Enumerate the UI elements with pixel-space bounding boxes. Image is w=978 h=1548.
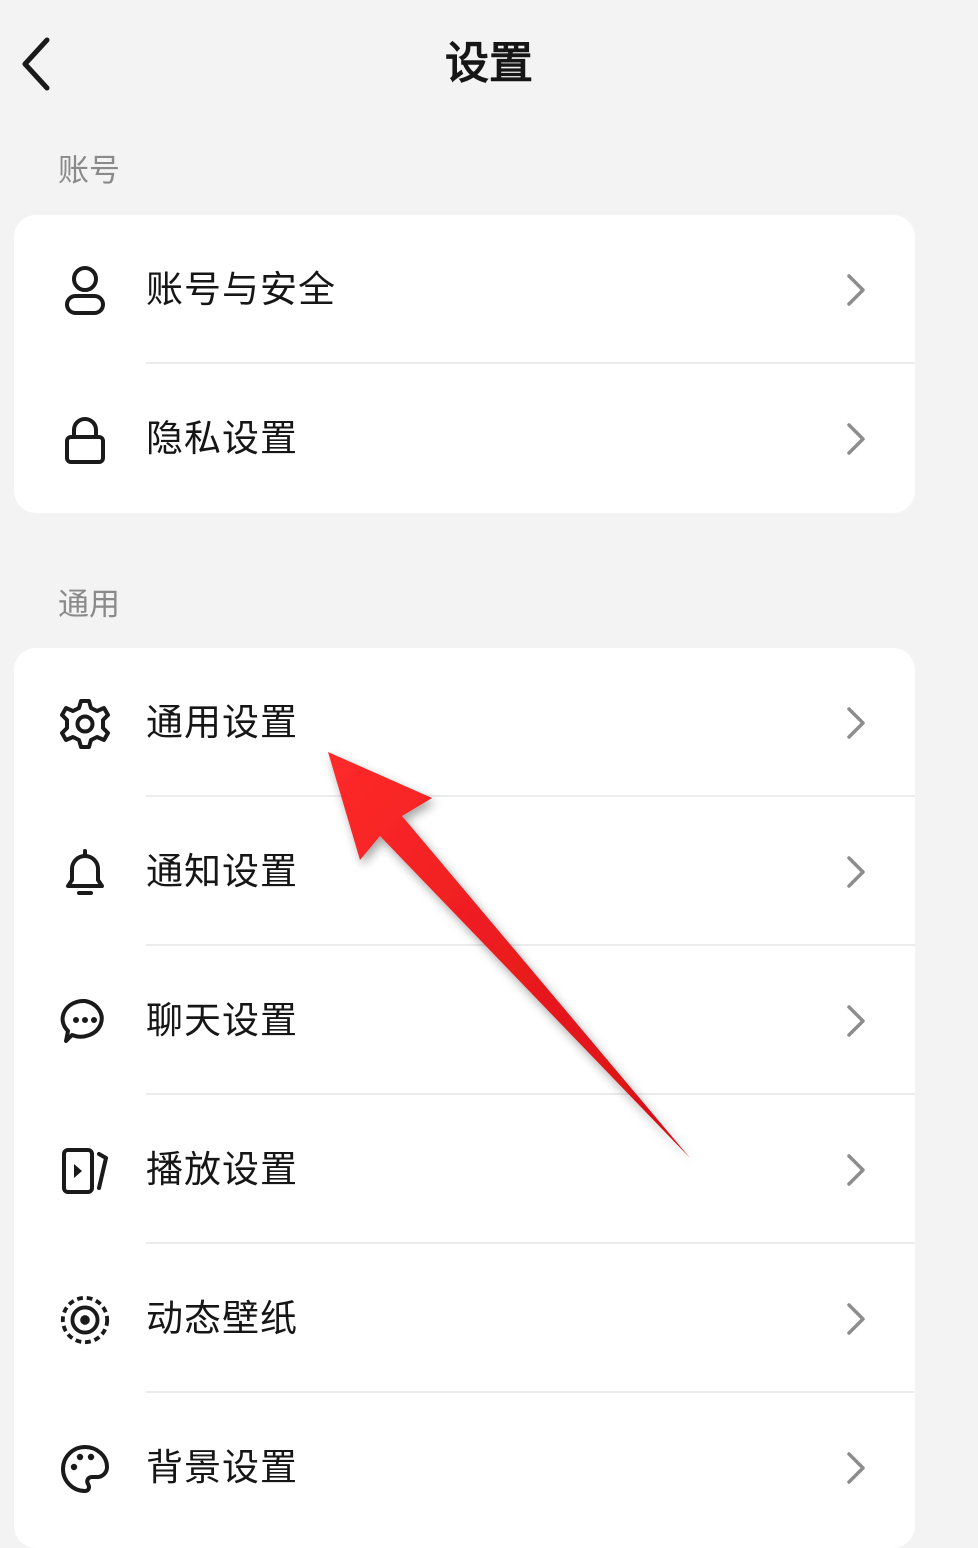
- section-label-account: 账号: [58, 153, 120, 189]
- settings-item-playback[interactable]: 播放设置: [14, 1095, 915, 1244]
- bell-icon: [58, 846, 112, 900]
- account-settings-card: 账号与安全 隐私设置: [14, 215, 915, 513]
- chevron-right-icon: [847, 1451, 865, 1484]
- settings-item-label: 通用设置: [146, 700, 298, 744]
- settings-item-account-security[interactable]: 账号与安全: [14, 215, 915, 364]
- settings-item-label: 通知设置: [146, 849, 298, 893]
- chevron-right-icon: [847, 706, 865, 739]
- chevron-right-icon: [847, 422, 865, 455]
- lock-icon: [58, 413, 112, 467]
- settings-item-label: 背景设置: [146, 1445, 298, 1489]
- live-wallpaper-icon: [58, 1293, 112, 1347]
- settings-item-live-wallpaper[interactable]: 动态壁纸: [14, 1244, 915, 1393]
- settings-item-label: 隐私设置: [146, 416, 298, 460]
- settings-item-label: 播放设置: [146, 1147, 298, 1191]
- settings-item-chat[interactable]: 聊天设置: [14, 946, 915, 1095]
- settings-item-label: 聊天设置: [146, 998, 298, 1042]
- chevron-right-icon: [847, 1302, 865, 1335]
- general-settings-card: 通用设置 通知设置 聊天设置 播放设置 动态壁纸 背景设置: [14, 648, 915, 1548]
- settings-item-label: 动态壁纸: [146, 1296, 298, 1340]
- settings-item-privacy[interactable]: 隐私设置: [14, 364, 915, 513]
- chevron-right-icon: [847, 1004, 865, 1037]
- section-label-general: 通用: [58, 587, 120, 623]
- person-icon: [58, 264, 112, 318]
- palette-icon: [58, 1442, 112, 1496]
- chat-bubble-icon: [58, 995, 112, 1049]
- page-title: 设置: [445, 38, 533, 89]
- chevron-right-icon: [847, 855, 865, 888]
- settings-item-background[interactable]: 背景设置: [14, 1393, 915, 1542]
- settings-item-general[interactable]: 通用设置: [14, 648, 915, 797]
- settings-item-notifications[interactable]: 通知设置: [14, 797, 915, 946]
- top-bar: 设置: [0, 0, 978, 130]
- chevron-right-icon: [847, 273, 865, 306]
- chevron-right-icon: [847, 1153, 865, 1186]
- gear-icon: [58, 697, 112, 751]
- play-screen-icon: [58, 1144, 112, 1198]
- settings-item-label: 账号与安全: [146, 267, 336, 311]
